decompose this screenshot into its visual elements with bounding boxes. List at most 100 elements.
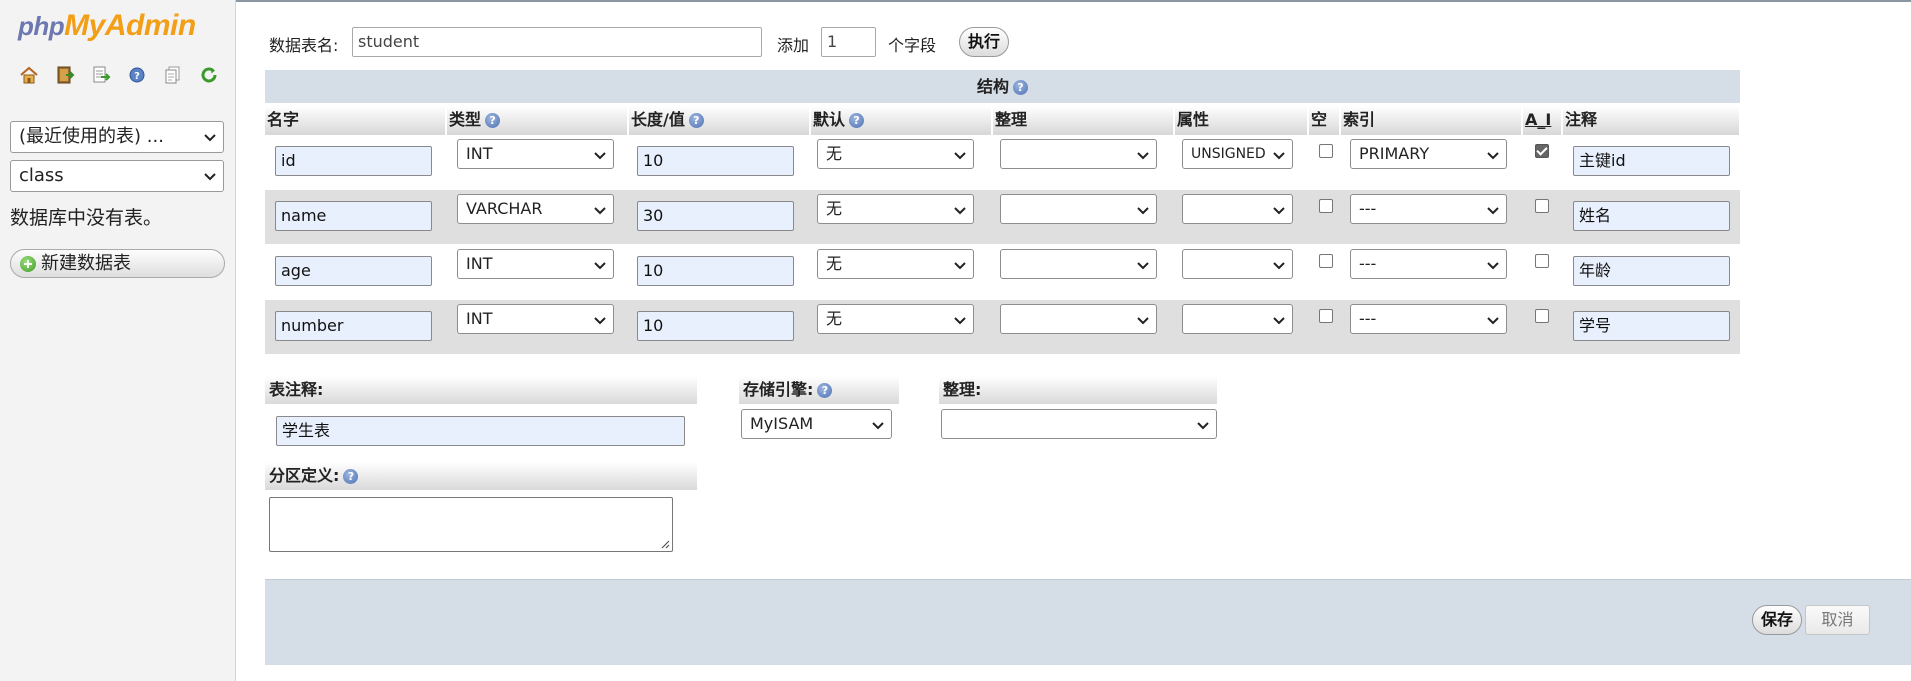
field-type-select[interactable]: VARCHAR [457, 194, 614, 224]
column-header: 属性 [1175, 106, 1308, 135]
create-table-form: 数据表名: student 添加 1 个字段 执行 结构? 名字 类型? 长度/值?… [244, 0, 1911, 681]
table-collation-header: 整理: [939, 376, 1217, 404]
field-default-select[interactable]: 无 [817, 139, 974, 169]
help-icon[interactable]: ? [126, 64, 148, 86]
logout-icon[interactable] [54, 64, 76, 86]
chevron-down-icon [1273, 207, 1285, 215]
field-index-select[interactable]: --- [1350, 194, 1507, 224]
table-collation-select[interactable] [941, 409, 1217, 439]
field-null-checkbox[interactable] [1319, 199, 1333, 213]
chevron-down-icon [1137, 152, 1149, 160]
help-icon[interactable]: ? [1013, 80, 1028, 95]
field-comment-input[interactable]: 学号 [1573, 311, 1730, 341]
column-header: 名字 [265, 106, 446, 135]
field-type-select[interactable]: INT [457, 139, 614, 169]
column-header: 空 [1309, 106, 1340, 135]
field-name-input[interactable]: number [275, 311, 432, 341]
field-index-select[interactable]: --- [1350, 249, 1507, 279]
field-collation-select[interactable] [1000, 304, 1157, 334]
field-collation-select[interactable] [1000, 139, 1157, 169]
field-comment-input[interactable]: 年龄 [1573, 256, 1730, 286]
table-name-input[interactable]: student [352, 27, 762, 57]
field-length-input[interactable]: 30 [637, 201, 794, 231]
cancel-button[interactable]: 取消 [1805, 605, 1870, 635]
help-icon[interactable]: ? [343, 469, 359, 484]
field-default-select[interactable]: 无 [817, 249, 974, 279]
chevron-down-icon [1487, 152, 1499, 160]
field-auto-increment-checkbox[interactable] [1535, 144, 1549, 158]
column-header: 默认? [811, 106, 992, 135]
field-type-select[interactable]: INT [457, 304, 614, 334]
field-type-select[interactable]: INT [457, 249, 614, 279]
help-icon[interactable]: ? [849, 113, 865, 128]
field-attribute-select[interactable] [1182, 194, 1293, 224]
field-auto-increment-checkbox[interactable] [1535, 309, 1549, 323]
reload-icon[interactable] [198, 64, 220, 86]
chevron-down-icon [594, 152, 606, 160]
add-label: 添加 [777, 36, 810, 55]
table-comment-header: 表注释: [265, 376, 697, 404]
help-icon[interactable]: ? [485, 113, 501, 128]
field-name-input[interactable]: name [275, 201, 432, 231]
table-name-label: 数据表名: [269, 36, 339, 55]
storage-engine-select[interactable]: MyISAM [741, 409, 892, 439]
chevron-down-icon [1273, 152, 1285, 160]
field-comment-input[interactable]: 主键id [1573, 146, 1730, 176]
home-icon[interactable] [18, 64, 40, 86]
partition-header: 分区定义:? [265, 462, 697, 490]
field-collation-select[interactable] [1000, 194, 1157, 224]
field-default-select[interactable]: 无 [817, 304, 974, 334]
database-select[interactable]: class [10, 160, 224, 192]
field-null-checkbox[interactable] [1319, 309, 1333, 323]
field-length-input[interactable]: 10 [637, 256, 794, 286]
column-header: 注释 [1563, 106, 1740, 135]
field-attribute-select[interactable] [1182, 249, 1293, 279]
field-null-checkbox[interactable] [1319, 144, 1333, 158]
chevron-down-icon [1487, 207, 1499, 215]
add-field-count-input[interactable]: 1 [821, 27, 876, 57]
field-collation-select[interactable] [1000, 249, 1157, 279]
documentation-icon[interactable] [162, 64, 184, 86]
chevron-down-icon [594, 207, 606, 215]
save-button[interactable]: 保存 [1752, 605, 1802, 635]
field-index-select[interactable]: --- [1350, 304, 1507, 334]
chevron-down-icon [954, 317, 966, 325]
chevron-down-icon [1487, 262, 1499, 270]
table-comment-input[interactable]: 学生表 [276, 416, 685, 446]
field-name-input[interactable]: age [275, 256, 432, 286]
storage-engine-header: 存储引擎:? [739, 376, 899, 404]
field-length-input[interactable]: 10 [637, 146, 794, 176]
chevron-down-icon [1197, 422, 1209, 430]
add-icon [20, 256, 36, 272]
field-length-input[interactable]: 10 [637, 311, 794, 341]
navigation-panel: phpMyAdmin ? (最近使用的表) ... class 数据库中没有表。… [0, 0, 236, 681]
field-null-checkbox[interactable] [1319, 254, 1333, 268]
field-attribute-select[interactable] [1182, 304, 1293, 334]
field-row: id INT 10 无 UNSIGNED PRIMARY 主键id [265, 135, 1740, 189]
field-name-input[interactable]: id [275, 146, 432, 176]
chevron-down-icon [204, 134, 216, 142]
chevron-down-icon [1487, 317, 1499, 325]
chevron-down-icon [1273, 262, 1285, 270]
recent-tables-select[interactable]: (最近使用的表) ... [10, 121, 224, 153]
field-auto-increment-checkbox[interactable] [1535, 199, 1549, 213]
field-row: age INT 10 无 --- 年龄 [265, 245, 1740, 299]
chevron-down-icon [1273, 317, 1285, 325]
help-icon[interactable]: ? [817, 383, 833, 398]
nav-icon-bar: ? [18, 64, 220, 86]
field-default-select[interactable]: 无 [817, 194, 974, 224]
field-comment-input[interactable]: 姓名 [1573, 201, 1730, 231]
help-icon[interactable]: ? [688, 113, 704, 128]
partition-definition-textarea[interactable] [269, 497, 673, 552]
resize-handle-icon[interactable] [660, 539, 670, 549]
new-table-button[interactable]: 新建数据表 [10, 249, 225, 278]
phpmyadmin-logo[interactable]: phpMyAdmin [18, 6, 196, 46]
execute-button[interactable]: 执行 [959, 27, 1009, 57]
sql-query-icon[interactable] [90, 64, 112, 86]
field-index-select[interactable]: PRIMARY [1350, 139, 1507, 169]
field-attribute-select[interactable]: UNSIGNED [1182, 139, 1293, 169]
column-header: 长度/值? [629, 106, 810, 135]
field-auto-increment-checkbox[interactable] [1535, 254, 1549, 268]
column-header: 索引 [1341, 106, 1522, 135]
chevron-down-icon [1137, 262, 1149, 270]
